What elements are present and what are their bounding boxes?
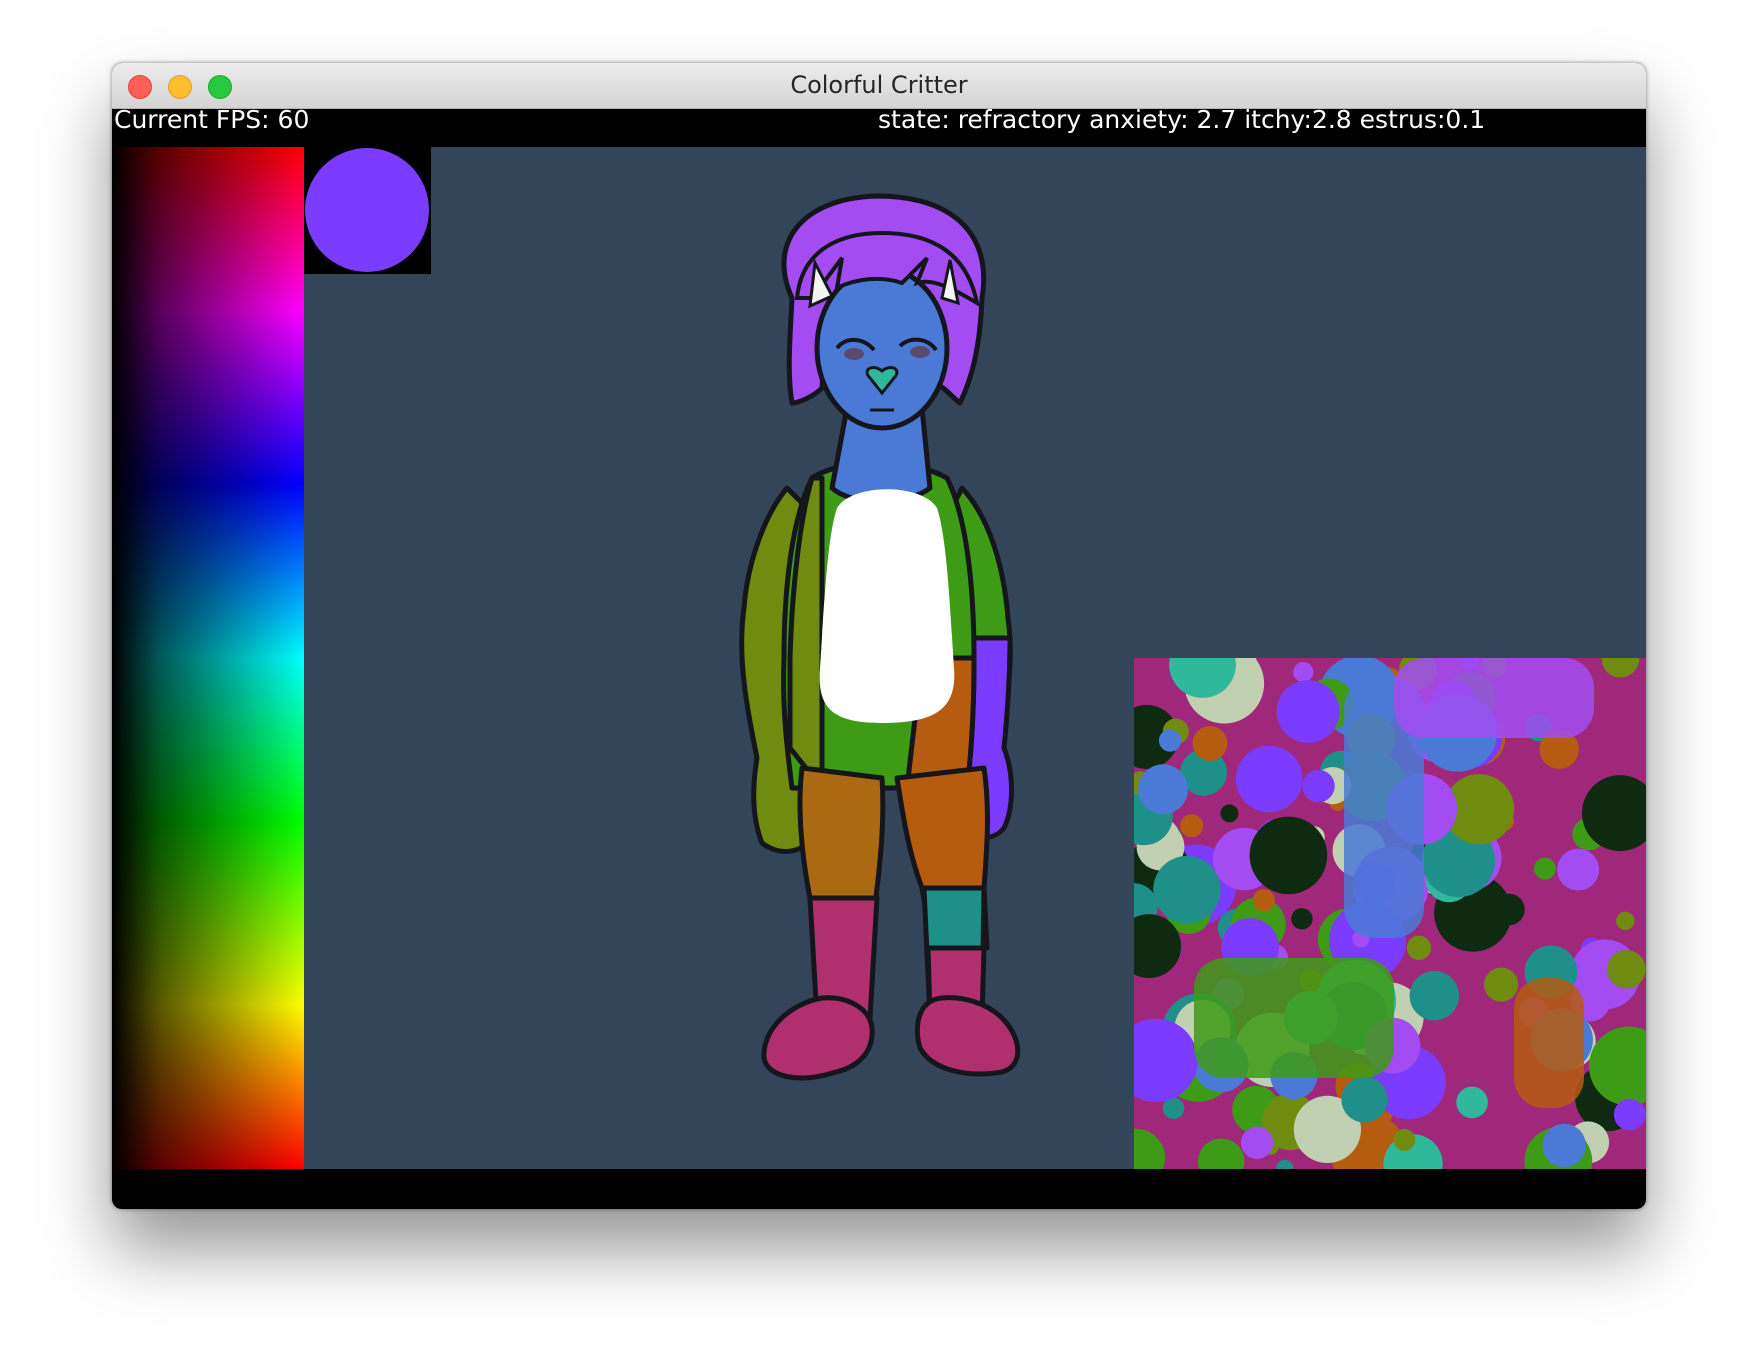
texture-blob: [1613, 1098, 1646, 1131]
texture-blob: [1341, 1076, 1388, 1123]
texture-blob: [1192, 726, 1228, 761]
critter-left-foot[interactable]: [761, 995, 875, 1081]
texture-blob: [1235, 745, 1303, 813]
selected-color-swatch[interactable]: [305, 148, 429, 272]
texture-blob: [1406, 935, 1432, 960]
texture-blob: [1240, 1126, 1274, 1159]
color-palette[interactable]: [112, 147, 304, 1169]
texture-stroke: [1514, 978, 1584, 1108]
texture-blob: [1293, 662, 1314, 683]
critter-left-pupil-icon: [844, 348, 864, 360]
selected-color-preview: [304, 147, 431, 274]
title-bar[interactable]: Colorful Critter: [112, 63, 1646, 109]
texture-blob: [1138, 764, 1188, 815]
critter-character[interactable]: [692, 188, 1062, 1128]
texture-blob: [1484, 967, 1519, 1002]
texture-blob: [1158, 729, 1182, 752]
texture-blob: [1302, 769, 1335, 803]
critter-right-foot[interactable]: [914, 995, 1021, 1077]
texture-blob: [1276, 680, 1340, 743]
texture-blob: [1409, 971, 1459, 1021]
critter-head[interactable]: [814, 265, 950, 431]
texture-blob: [1252, 889, 1275, 912]
texture-map-preview[interactable]: [1134, 658, 1646, 1169]
texture-blob: [1393, 1128, 1416, 1151]
texture-blob: [1291, 908, 1313, 930]
texture-blob: [1153, 856, 1221, 924]
texture-blob: [1616, 911, 1635, 931]
texture-stroke: [1394, 658, 1594, 738]
texture-blob: [1456, 1086, 1488, 1119]
critter-belly[interactable]: [819, 489, 955, 723]
texture-blob: [1542, 1123, 1586, 1168]
critter-right-pupil-icon: [910, 346, 930, 358]
texture-blob: [1220, 804, 1239, 823]
app-window: Colorful Critter Current FPS: 60 state: …: [112, 63, 1646, 1209]
texture-blob: [1557, 848, 1600, 891]
texture-blob: [1607, 950, 1646, 989]
texture-blob: [1493, 893, 1525, 926]
texture-blob: [1180, 814, 1204, 838]
texture-blob: [1249, 816, 1328, 895]
texture-blob: [1534, 857, 1556, 880]
window-title: Colorful Critter: [790, 71, 968, 99]
fps-counter: Current FPS: 60: [114, 105, 310, 134]
critter-state-readout: state: refractory anxiety: 2.7 itchy:2.8…: [878, 105, 1486, 134]
texture-stroke: [1194, 958, 1394, 1078]
